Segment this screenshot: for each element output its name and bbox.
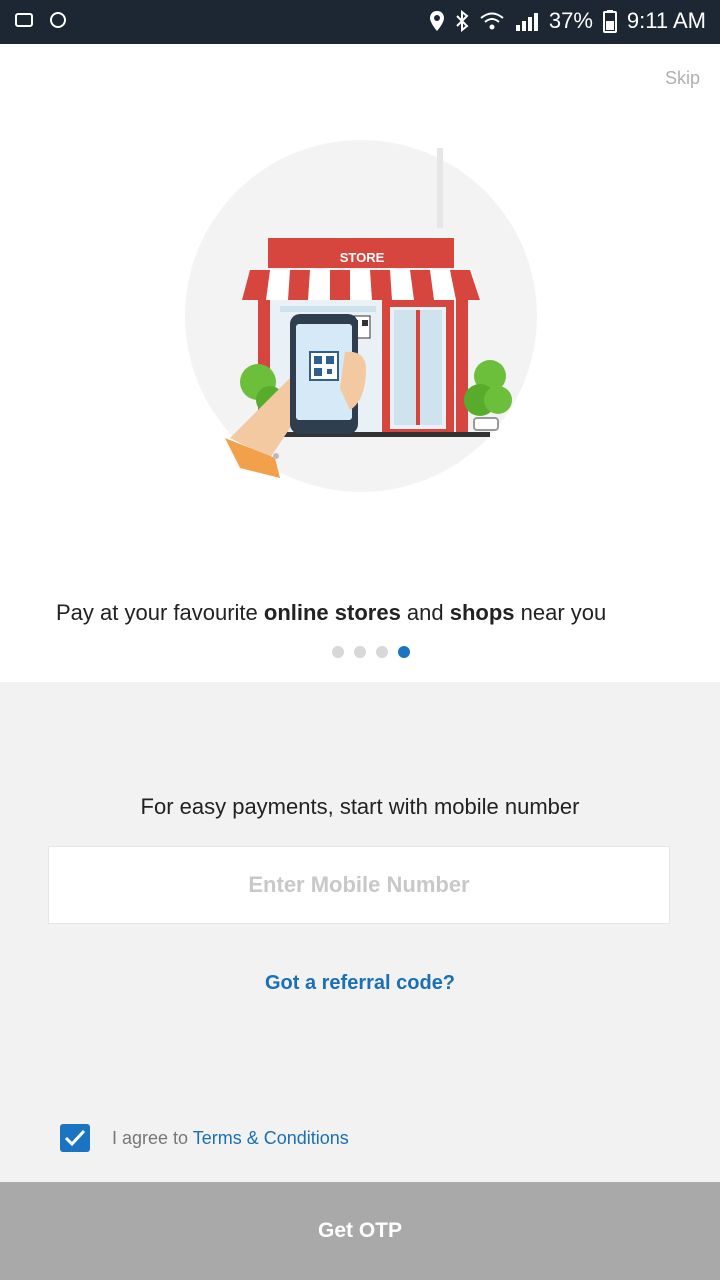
terms-checkbox[interactable]: [60, 1124, 90, 1152]
page-dot-3[interactable]: [376, 646, 388, 658]
get-otp-button[interactable]: Get OTP: [0, 1182, 720, 1280]
terms-prefix: I agree to: [112, 1127, 193, 1148]
signal-icon: [515, 13, 538, 31]
terms-conditions-link[interactable]: Terms & Conditions: [193, 1128, 349, 1148]
store-sign: STORE: [340, 250, 385, 265]
page-indicator[interactable]: [332, 646, 410, 658]
skip-button[interactable]: Skip: [665, 68, 700, 89]
status-left-icons: [14, 10, 68, 30]
onboarding-tagline: Pay at your favourite online stores and …: [56, 600, 666, 626]
terms-checkbox-row[interactable]: I agree to Terms & Conditions: [60, 1124, 349, 1152]
mobile-number-field[interactable]: [48, 846, 670, 924]
tagline-text-2: and: [400, 600, 450, 625]
wifi-icon: [480, 12, 504, 30]
page-dot-4-active[interactable]: [398, 646, 410, 658]
battery-icon: [602, 10, 617, 33]
bluetooth-icon: [456, 10, 469, 32]
page-dot-1[interactable]: [332, 646, 344, 658]
checkmark-icon: [64, 1129, 86, 1147]
status-right: 37% 9:11 AM: [429, 8, 706, 34]
mobile-prompt: For easy payments, start with mobile num…: [140, 794, 580, 819]
terms-label: I agree to Terms & Conditions: [112, 1128, 349, 1149]
page-dot-2[interactable]: [354, 646, 366, 658]
location-icon: [429, 11, 444, 31]
tagline-bold-online-stores: online stores: [263, 600, 401, 625]
tagline-bold-shops: shops: [449, 600, 515, 625]
tagline-text-3: near you: [514, 600, 607, 625]
mobile-number-input[interactable]: [49, 846, 669, 924]
tagline-text-1: Pay at your favourite: [56, 600, 264, 625]
sync-icon: [50, 12, 66, 28]
battery-percent: 37%: [548, 8, 593, 33]
referral-code-link[interactable]: Got a referral code?: [0, 972, 720, 995]
status-bar: 37% 9:11 AM: [0, 0, 720, 44]
store-illustration: STORE: [185, 140, 537, 492]
clock: 9:11 AM: [626, 8, 706, 33]
notification-icon: [15, 13, 33, 27]
